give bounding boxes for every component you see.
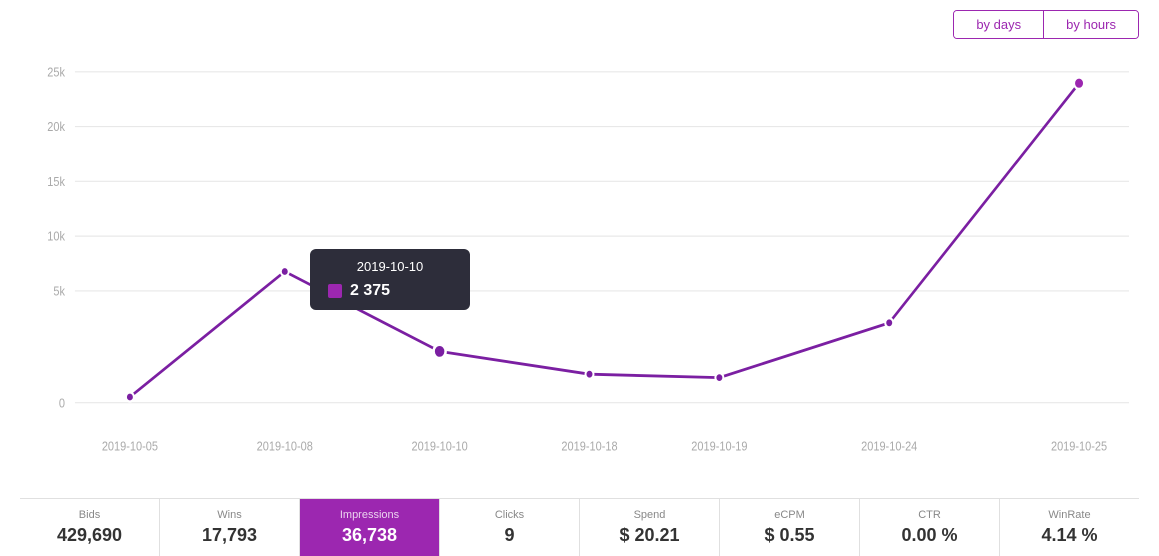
svg-text:2019-10-19: 2019-10-19 (691, 440, 747, 454)
stat-item-ctr[interactable]: CTR 0.00 % (860, 499, 1000, 556)
main-container: by days by hours 25k 20k 15k 10k 5k 0 20… (0, 0, 1159, 556)
stat-label: Spend (586, 509, 713, 521)
stat-value: 9 (446, 525, 573, 546)
stat-item-spend[interactable]: Spend $ 20.21 (580, 499, 720, 556)
by-days-button[interactable]: by days (954, 11, 1044, 38)
stat-value: 4.14 % (1006, 525, 1133, 546)
stat-label: eCPM (726, 509, 853, 521)
svg-text:2019-10-05: 2019-10-05 (102, 440, 159, 454)
stat-value: 36,738 (306, 525, 433, 546)
svg-text:0: 0 (59, 397, 66, 411)
stat-value: 429,690 (26, 525, 153, 546)
stats-bar: Bids 429,690 Wins 17,793 Impressions 36,738 Cl… (20, 498, 1139, 556)
stat-value: 0.00 % (866, 525, 993, 546)
svg-text:2019-10-25: 2019-10-25 (1051, 440, 1108, 454)
chart-area: 25k 20k 15k 10k 5k 0 2019-10-05 2019-10-… (20, 49, 1139, 494)
svg-text:5k: 5k (53, 285, 65, 299)
stat-label: Bids (26, 509, 153, 521)
stat-item-ecpm[interactable]: eCPM $ 0.55 (720, 499, 860, 556)
stat-value: 17,793 (166, 525, 293, 546)
svg-text:2019-10-08: 2019-10-08 (257, 440, 314, 454)
stat-label: Wins (166, 509, 293, 521)
stat-item-winrate[interactable]: WinRate 4.14 % (1000, 499, 1139, 556)
svg-text:2019-10-10: 2019-10-10 (412, 440, 469, 454)
svg-text:25k: 25k (47, 66, 65, 80)
stat-label: Clicks (446, 509, 573, 521)
stat-value: $ 20.21 (586, 525, 713, 546)
stat-label: WinRate (1006, 509, 1133, 521)
svg-text:15k: 15k (47, 175, 65, 189)
stat-item-bids[interactable]: Bids 429,690 (20, 499, 160, 556)
stat-item-wins[interactable]: Wins 17,793 (160, 499, 300, 556)
svg-text:10k: 10k (47, 230, 65, 244)
svg-text:20k: 20k (47, 121, 65, 135)
svg-text:2019-10-18: 2019-10-18 (561, 440, 618, 454)
top-controls: by days by hours (20, 10, 1139, 39)
line-chart: 25k 20k 15k 10k 5k 0 2019-10-05 2019-10-… (20, 49, 1139, 494)
stat-label: CTR (866, 509, 993, 521)
view-toggle-group: by days by hours (953, 10, 1139, 39)
stat-label: Impressions (306, 509, 433, 521)
stat-value: $ 0.55 (726, 525, 853, 546)
stat-item-impressions[interactable]: Impressions 36,738 (300, 499, 440, 556)
stat-item-clicks[interactable]: Clicks 9 (440, 499, 580, 556)
by-hours-button[interactable]: by hours (1044, 11, 1138, 38)
svg-text:2019-10-24: 2019-10-24 (861, 440, 918, 454)
